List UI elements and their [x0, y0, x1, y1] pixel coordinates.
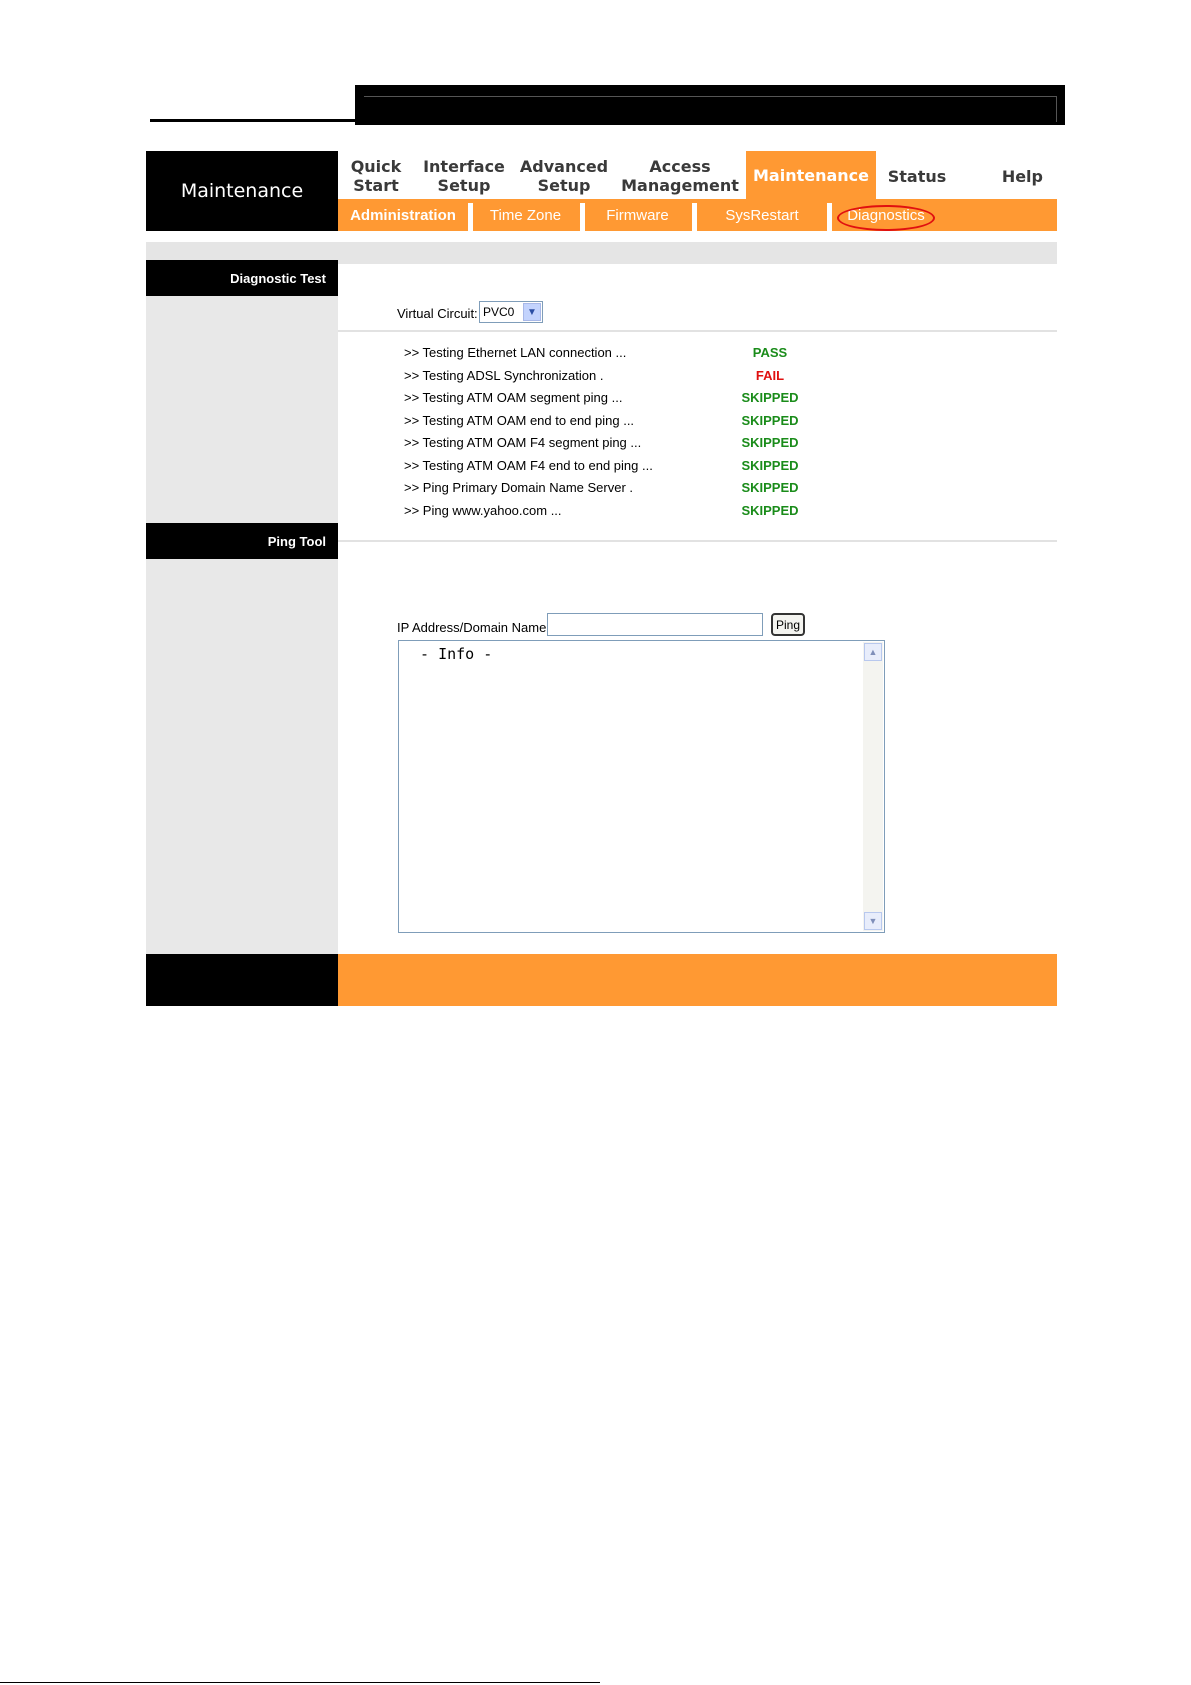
test-status: SKIPPED — [741, 390, 799, 405]
nav-maintenance[interactable]: Maintenance — [746, 151, 876, 199]
nav-label: Interface Setup — [423, 157, 505, 195]
info-text: - Info - — [411, 645, 493, 663]
nav-interface-setup[interactable]: Interface Setup — [414, 153, 514, 199]
left-column — [146, 264, 338, 954]
info-textarea[interactable]: - Info - ▲ ▼ — [398, 640, 885, 933]
test-status: SKIPPED — [741, 413, 799, 428]
test-status: PASS — [752, 345, 788, 360]
top-rule — [150, 119, 356, 122]
ip-address-input[interactable] — [547, 613, 763, 636]
nav-advanced-setup[interactable]: Advanced Setup — [514, 153, 614, 199]
nav-label: Help — [1001, 166, 1043, 186]
scroll-up-icon[interactable]: ▲ — [864, 643, 882, 661]
test-status: SKIPPED — [741, 480, 799, 495]
scroll-down-icon[interactable]: ▼ — [864, 912, 882, 930]
divider — [338, 540, 1057, 542]
subnav-time-zone[interactable]: Time Zone — [473, 199, 578, 231]
ping-button[interactable]: Ping — [771, 613, 805, 636]
page-bottom-rule — [0, 1682, 600, 1683]
nav-quick-start[interactable]: Quick Start — [338, 153, 414, 199]
test-status: SKIPPED — [741, 435, 799, 450]
header-bar-inner — [364, 96, 1057, 122]
subnav-administration[interactable]: Administration — [338, 199, 468, 231]
virtual-circuit-value: PVC0 — [483, 305, 515, 319]
subnav-sysrestart[interactable]: SysRestart — [697, 199, 827, 231]
nav-label: Quick Start — [350, 157, 402, 195]
nav-access-management[interactable]: Access Management — [614, 153, 746, 199]
nav-label: Status — [887, 166, 947, 186]
virtual-circuit-select[interactable]: PVC0 ▼ — [479, 301, 543, 323]
nav-label: Maintenance — [752, 165, 869, 185]
virtual-circuit-label: Virtual Circuit: — [397, 306, 478, 321]
nav-help[interactable]: Help — [958, 153, 1057, 199]
test-status: FAIL — [755, 368, 785, 383]
nav-label: Advanced Setup — [519, 157, 609, 195]
test-status: SKIPPED — [741, 503, 799, 518]
page-title: Maintenance — [146, 151, 338, 231]
nav-status[interactable]: Status — [876, 153, 958, 199]
nav-label: Access Management — [621, 157, 739, 195]
section-diagnostic-test: Diagnostic Test — [146, 260, 338, 296]
test-status: SKIPPED — [741, 458, 799, 473]
ip-address-label: IP Address/Domain Name: — [397, 620, 550, 635]
highlight-circle — [837, 205, 935, 231]
footer-bar — [338, 954, 1057, 1006]
chevron-down-icon[interactable]: ▼ — [523, 303, 541, 321]
section-ping-tool: Ping Tool — [146, 523, 338, 559]
footer-left — [146, 954, 338, 1006]
divider — [338, 330, 1057, 332]
subnav-firmware[interactable]: Firmware — [585, 199, 690, 231]
info-scrollbar[interactable]: ▲ ▼ — [863, 642, 883, 931]
